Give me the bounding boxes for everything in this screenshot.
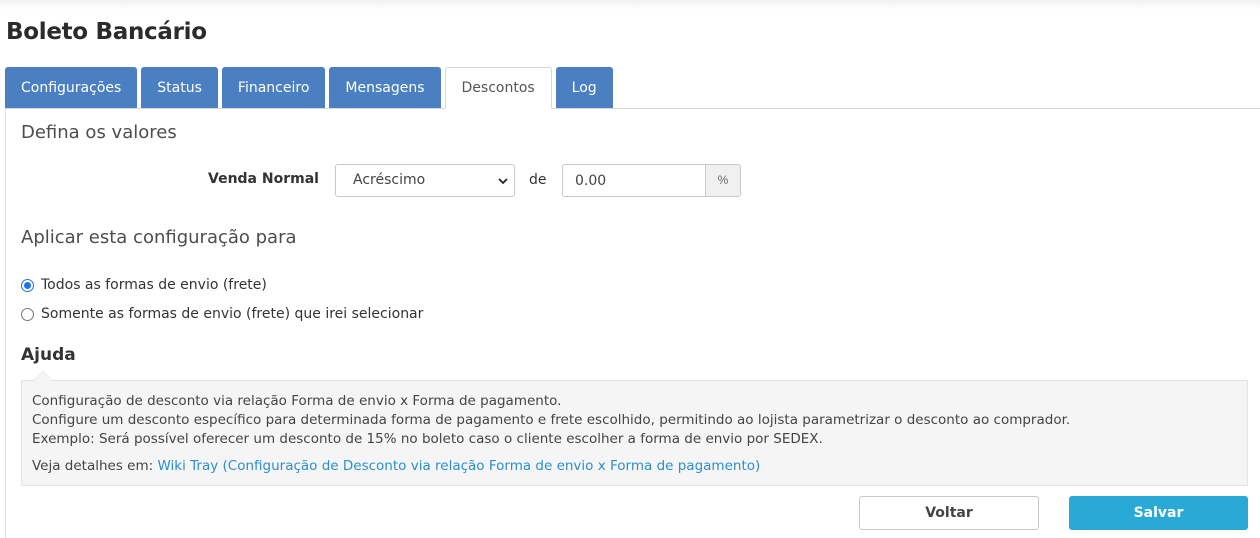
help-pointer-arrow-inner	[34, 372, 52, 381]
values-section-title: Defina os valores	[21, 122, 177, 143]
tab-log[interactable]: Log	[555, 67, 613, 109]
radio-label-selected-shipping: Somente as formas de envio (frete) que i…	[41, 306, 424, 322]
de-label: de	[529, 172, 547, 188]
tab-divider	[5, 108, 1260, 109]
chevron-down-icon	[498, 178, 508, 185]
help-line-2: Configure um desconto específico para de…	[32, 412, 1071, 428]
radio-option-selected-shipping[interactable]: Somente as formas de envio (frete) que i…	[21, 306, 423, 322]
tab-mensagens[interactable]: Mensagens	[329, 67, 441, 109]
wiki-tray-link[interactable]: Wiki Tray (Configuração de Desconto via …	[157, 458, 760, 474]
help-details-prefix: Veja detalhes em:	[32, 458, 158, 474]
help-line-3: Exemplo: Será possível oferecer um desco…	[32, 431, 823, 447]
radio-option-all-shipping[interactable]: Todos as formas de envio (frete)	[21, 277, 267, 293]
help-line-1: Configuração de desconto via relação For…	[32, 393, 562, 409]
venda-normal-label: Venda Normal	[208, 171, 319, 187]
page-title: Boleto Bancário	[6, 19, 207, 45]
tab-configuracoes[interactable]: Configurações	[5, 67, 138, 109]
amount-input[interactable]	[562, 164, 705, 197]
help-details: Veja detalhes em: Wiki Tray (Configuraçã…	[32, 457, 1247, 476]
help-title: Ajuda	[21, 345, 76, 365]
percent-addon: %	[705, 164, 741, 197]
radio-button-checked[interactable]	[21, 278, 34, 292]
adjustment-type-value: Acréscimo	[353, 172, 426, 188]
tab-descontos[interactable]: Descontos	[444, 67, 552, 109]
save-button[interactable]: Salvar	[1069, 496, 1248, 530]
amount-input-group: %	[562, 164, 741, 197]
help-box: Configuração de desconto via relação For…	[21, 380, 1248, 486]
tab-status[interactable]: Status	[141, 67, 218, 109]
panel-border	[5, 108, 6, 538]
apply-section-title: Aplicar esta configuração para	[21, 227, 297, 248]
back-button[interactable]: Voltar	[859, 496, 1039, 530]
top-gradient-bar	[0, 0, 1260, 10]
radio-label-all-shipping: Todos as formas de envio (frete)	[41, 277, 267, 293]
tab-bar: Configurações Status Financeiro Mensagen…	[5, 67, 617, 109]
adjustment-type-select[interactable]: Acréscimo	[335, 164, 515, 197]
radio-button-unchecked[interactable]	[21, 307, 34, 321]
tab-financeiro[interactable]: Financeiro	[221, 67, 326, 109]
